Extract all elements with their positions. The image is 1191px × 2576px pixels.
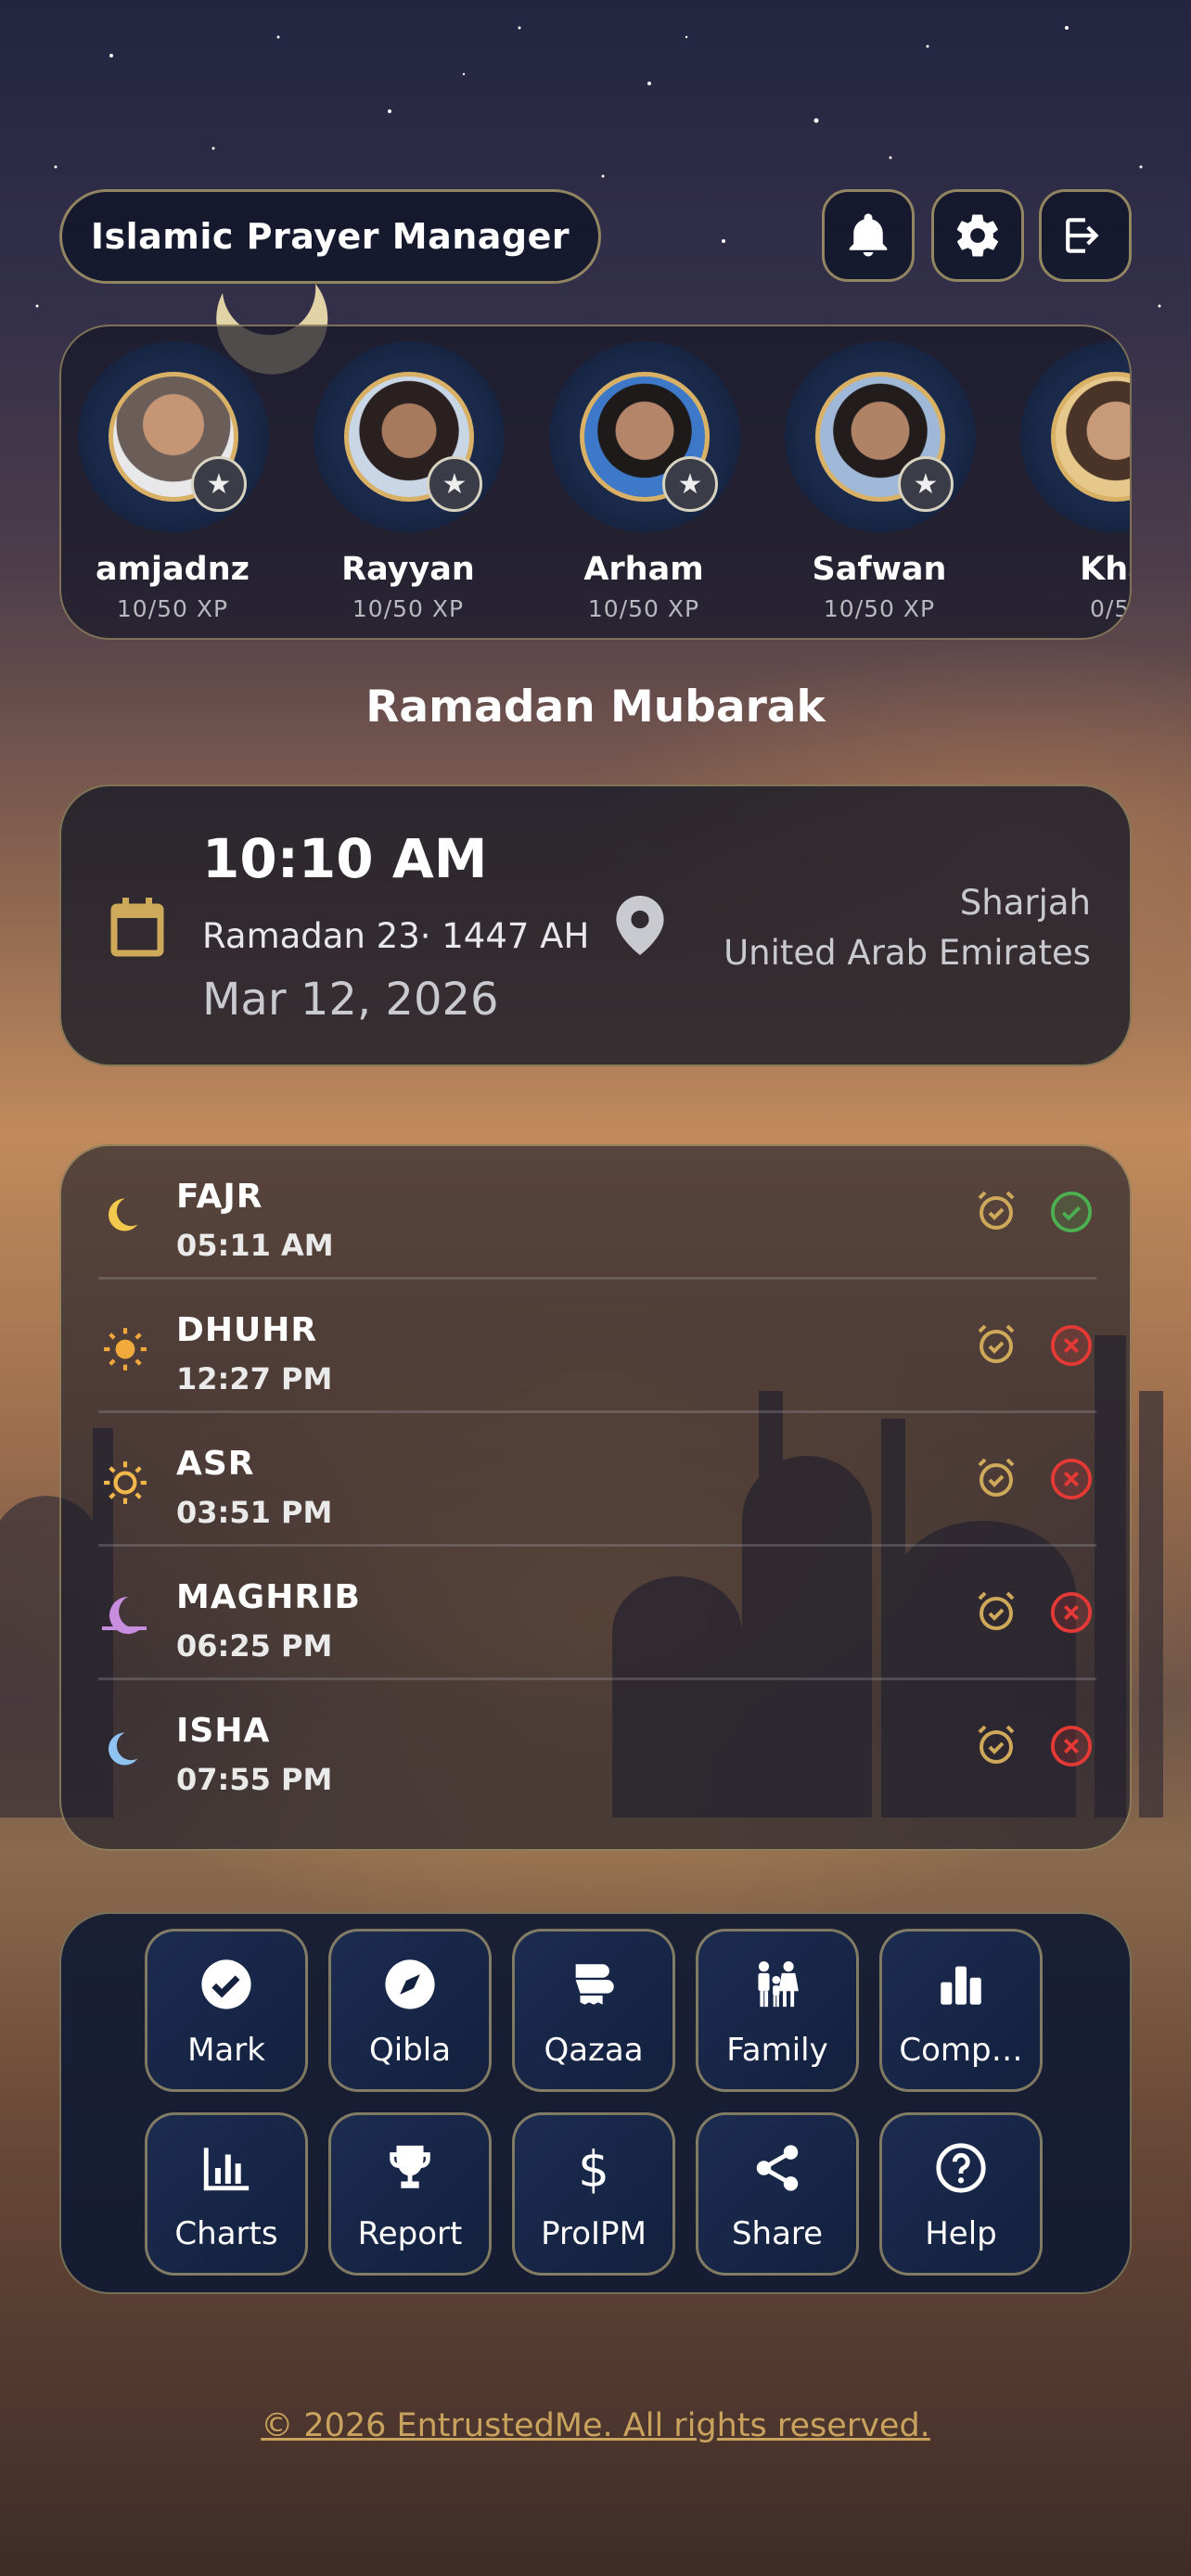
gregorian-date: Mar 12, 2026 bbox=[202, 974, 499, 1026]
notifications-button[interactable] bbox=[822, 189, 915, 282]
mark-button[interactable]: Mark bbox=[145, 1929, 308, 2092]
star-icon: ★ bbox=[898, 456, 954, 512]
profile-card-amjadnz[interactable]: ★ amjadnz 10/50 XP bbox=[61, 326, 284, 638]
missed-status-icon[interactable] bbox=[1050, 1725, 1093, 1767]
trophy-icon bbox=[390, 2145, 430, 2188]
book-icon bbox=[575, 1964, 614, 2005]
current-time: 10:10 AM bbox=[202, 827, 488, 890]
settings-button[interactable] bbox=[931, 189, 1024, 282]
check-circle-icon bbox=[201, 1959, 251, 2009]
prayer-name: ASR bbox=[176, 1445, 255, 1483]
prayer-name: FAJR bbox=[176, 1178, 263, 1216]
location-city: Sharjah bbox=[959, 883, 1091, 923]
compass-icon bbox=[385, 1959, 435, 2009]
dollar-icon: $ bbox=[578, 2141, 609, 2195]
profile-name: amjadnz bbox=[95, 551, 250, 588]
sunset-moon-icon bbox=[102, 1597, 147, 1634]
missed-status-icon[interactable] bbox=[1050, 1591, 1093, 1634]
profile-xp: 10/50 XP bbox=[823, 595, 936, 622]
prayer-time: 03:51 PM bbox=[176, 1495, 333, 1530]
prayer-row-asr: ASR 03:51 PM bbox=[61, 1413, 1133, 1547]
chart-icon bbox=[203, 2148, 250, 2191]
crescent-moon-icon bbox=[109, 1198, 138, 1231]
profile-xp: 10/50 XP bbox=[352, 595, 465, 622]
prayer-time: 06:25 PM bbox=[176, 1628, 333, 1664]
profile-card-rayyan[interactable]: ★ Rayyan 10/50 XP bbox=[297, 326, 519, 638]
hijri-date: Ramadan 23· 1447 AH bbox=[202, 916, 590, 956]
prayer-name: MAGHRIB bbox=[176, 1578, 361, 1616]
app-title: Islamic Prayer Manager bbox=[59, 189, 601, 284]
prayer-time: 12:27 PM bbox=[176, 1361, 333, 1396]
star-icon: ★ bbox=[427, 456, 482, 512]
alarm-icon[interactable] bbox=[974, 1456, 1018, 1500]
profile-name: Arham bbox=[583, 551, 704, 588]
qibla-button[interactable]: Qibla bbox=[328, 1929, 492, 2092]
location-country: United Arab Emirates bbox=[724, 933, 1091, 973]
compare-button[interactable]: Comp… bbox=[879, 1929, 1043, 2092]
bell-icon bbox=[849, 213, 888, 257]
action-menu: Mark Qibla Qazaa Family Comp… Charts Rep… bbox=[59, 1912, 1132, 2294]
proipm-button[interactable]: $ ProIPM bbox=[512, 2112, 675, 2276]
prayer-time: 07:55 PM bbox=[176, 1762, 333, 1797]
family-icon bbox=[758, 1961, 799, 2008]
profile-xp: 0/5( bbox=[1090, 595, 1131, 622]
greeting-banner: Ramadan Mubarak bbox=[365, 682, 826, 733]
profile-card-partial[interactable]: Kha 0/5( bbox=[1004, 326, 1131, 638]
help-icon bbox=[936, 2143, 986, 2193]
prayer-name: ISHA bbox=[176, 1712, 271, 1750]
prayer-time: 05:11 AM bbox=[176, 1228, 334, 1263]
date-time-card: 10:10 AM Ramadan 23· 1447 AH Mar 12, 202… bbox=[59, 784, 1132, 1066]
prayer-row-maghrib: MAGHRIB 06:25 PM bbox=[61, 1547, 1133, 1680]
profile-card-arham[interactable]: ★ Arham 10/50 XP bbox=[532, 326, 755, 638]
profiles-carousel[interactable]: ★ amjadnz 10/50 XP ★ Rayyan 10/50 XP ★ A… bbox=[59, 325, 1132, 640]
check-status-icon[interactable] bbox=[1050, 1191, 1093, 1233]
sun-icon bbox=[104, 1328, 147, 1371]
qazaa-button[interactable]: Qazaa bbox=[512, 1929, 675, 2092]
logout-button[interactable] bbox=[1039, 189, 1132, 282]
missed-status-icon[interactable] bbox=[1050, 1458, 1093, 1500]
prayer-row-isha: ISHA 07:55 PM bbox=[61, 1680, 1133, 1814]
svg-text:$: $ bbox=[578, 2141, 609, 2195]
bar-chart-icon bbox=[941, 1966, 981, 2005]
alarm-icon[interactable] bbox=[974, 1589, 1018, 1634]
profile-xp: 10/50 XP bbox=[116, 595, 229, 622]
footer-copyright-link[interactable]: © 2026 EntrustedMe. All rights reserved. bbox=[0, 2407, 1191, 2444]
prayer-times-list: FAJR 05:11 AM DHUHR 12:27 PM ASR 03:51 P… bbox=[59, 1144, 1132, 1851]
location-pin-icon bbox=[616, 896, 664, 955]
profile-name: Safwan bbox=[812, 551, 947, 588]
prayer-row-dhuhr: DHUHR 12:27 PM bbox=[61, 1280, 1133, 1413]
alarm-icon[interactable] bbox=[974, 1723, 1018, 1767]
missed-status-icon[interactable] bbox=[1050, 1324, 1093, 1367]
profile-name: Rayyan bbox=[341, 551, 475, 588]
help-button[interactable]: Help bbox=[879, 2112, 1043, 2276]
night-moon-icon bbox=[109, 1732, 138, 1766]
star-icon: ★ bbox=[191, 456, 247, 512]
profile-xp: 10/50 XP bbox=[587, 595, 700, 622]
charts-button[interactable]: Charts bbox=[145, 2112, 308, 2276]
profile-name: Kha bbox=[1080, 551, 1130, 588]
family-button[interactable]: Family bbox=[696, 1929, 859, 2092]
report-button[interactable]: Report bbox=[328, 2112, 492, 2276]
alarm-icon[interactable] bbox=[974, 1189, 1018, 1233]
sun-outline-icon bbox=[104, 1461, 147, 1504]
gear-icon bbox=[956, 214, 998, 257]
profile-card-safwan[interactable]: ★ Safwan 10/50 XP bbox=[768, 326, 991, 638]
prayer-row-fajr: FAJR 05:11 AM bbox=[61, 1146, 1133, 1280]
alarm-icon[interactable] bbox=[974, 1322, 1018, 1367]
calendar-icon bbox=[110, 898, 164, 957]
share-button[interactable]: Share bbox=[696, 2112, 859, 2276]
star-icon: ★ bbox=[662, 456, 718, 512]
prayer-name: DHUHR bbox=[176, 1311, 318, 1349]
logout-icon bbox=[1066, 218, 1099, 253]
share-icon bbox=[756, 2145, 799, 2191]
